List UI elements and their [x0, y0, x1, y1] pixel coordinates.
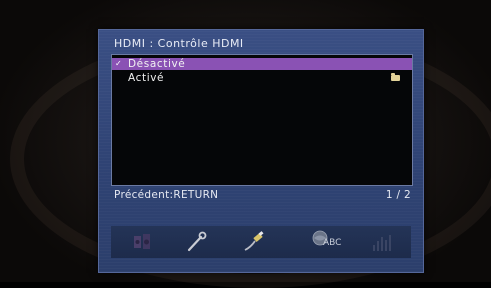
- page-indicator: 1 / 2: [385, 189, 411, 201]
- option-label: Activé: [128, 72, 165, 84]
- checkmark-icon: ✓: [115, 59, 123, 68]
- signal-bars-icon[interactable]: [369, 229, 395, 255]
- folder-icon: [391, 73, 400, 81]
- option-desactive[interactable]: ✓ Désactivé: [112, 58, 412, 70]
- option-label: Désactivé: [128, 58, 186, 70]
- abc-label: ABC: [323, 238, 342, 248]
- back-hint: Précédent:RETURN: [114, 189, 219, 201]
- options-list: ✓ Désactivé Activé: [111, 54, 413, 186]
- audio-icon[interactable]: [129, 229, 155, 255]
- menu-title: HDMI : Contrôle HDMI: [114, 37, 244, 50]
- category-icon-bar: ABC: [111, 226, 411, 258]
- wrench-icon[interactable]: [183, 229, 209, 255]
- hdmi-cable-icon[interactable]: [241, 229, 267, 255]
- option-active[interactable]: Activé: [112, 72, 412, 84]
- settings-panel: HDMI : Contrôle HDMI ✓ Désactivé Activé …: [98, 29, 424, 273]
